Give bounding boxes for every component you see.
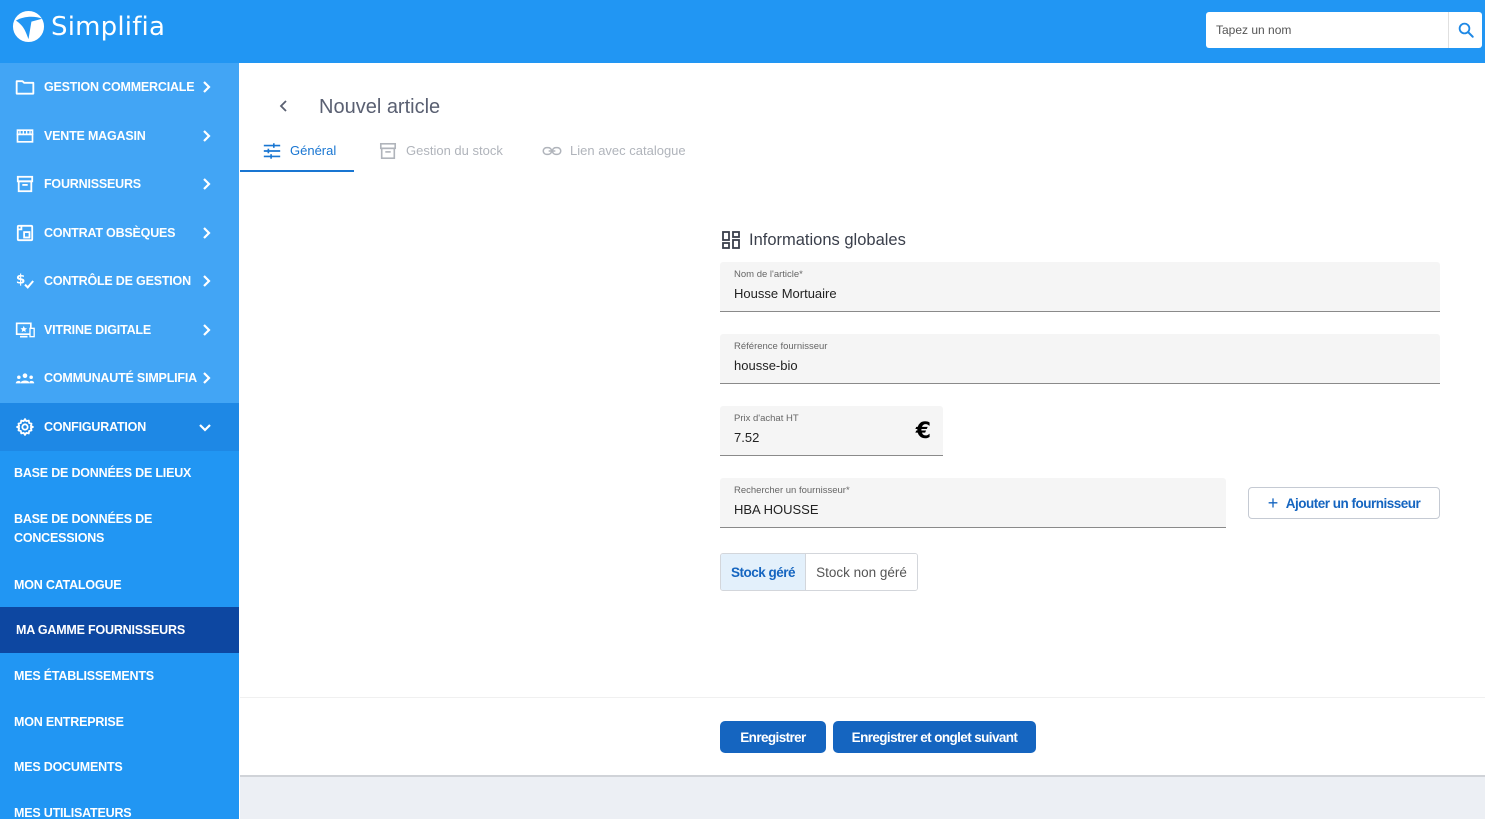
tab-bar: Général Gestion du stock Lien avec catal…: [240, 129, 700, 172]
dashboard-icon: [722, 231, 740, 249]
sidebar-item-label: VENTE MAGASIN: [44, 128, 146, 143]
money-check-icon: $: [15, 271, 35, 291]
supplier-search-field[interactable]: Rechercher un fournisseur* HBA HOUSSE: [720, 478, 1226, 528]
tab-lien-avec-catalogue[interactable]: Lien avec catalogue: [520, 129, 700, 172]
chevron-right-icon: [203, 178, 211, 191]
sidebar-item-label: CONFIGURATION: [44, 419, 147, 434]
simplifia-logo-icon: [12, 10, 45, 43]
chevron-right-icon: [203, 372, 211, 385]
chevron-right-icon: [203, 129, 211, 142]
tab-label: Général: [290, 143, 337, 158]
top-bar: Simplifia: [0, 0, 1485, 63]
main-content: Nouvel article Général Gestion du stock …: [240, 63, 1485, 775]
gear-icon: [15, 417, 35, 437]
tab-gestion-du-stock[interactable]: Gestion du stock: [354, 129, 520, 172]
sidebar-subitem-label: BASE DE DONNÉES DE CONCESSIONS: [14, 512, 153, 545]
sidebar-subitem-mes-etablissements[interactable]: MES ÉTABLISSEMENTS: [0, 653, 239, 699]
sidebar-subitem-label: BASE DE DONNÉES DE LIEUX: [14, 465, 192, 480]
sidebar-subitem-label: MES UTILISATEURS: [14, 805, 132, 819]
purchase-price-field[interactable]: Prix d'achat HT 7.52 €: [720, 406, 943, 456]
sidebar-item-communaute-simplifia[interactable]: COMMUNAUTÉ SIMPLIFIA: [0, 354, 239, 403]
sidebar-subitem-label: MA GAMME FOURNISSEURS: [16, 622, 185, 637]
link-icon: [542, 141, 562, 161]
sidebar-item-label: CONTRAT OBSÈQUES: [44, 225, 176, 240]
sidebar-item-gestion-commerciale[interactable]: GESTION COMMERCIALE: [0, 63, 239, 112]
supplier-reference-value: housse-bio: [734, 358, 798, 373]
page-footer: [240, 775, 1485, 819]
sidebar-subitem-ma-gamme-fournisseurs[interactable]: MA GAMME FOURNISSEURS: [0, 607, 239, 653]
sidebar-subitem-mes-documents[interactable]: MES DOCUMENTS: [0, 745, 239, 790]
stock-gere-toggle[interactable]: Stock géré: [721, 554, 806, 590]
search-box: [1206, 12, 1482, 48]
sidebar-subitem-base-concessions[interactable]: BASE DE DONNÉES DE CONCESSIONS: [0, 495, 239, 563]
add-supplier-label: Ajouter un fournisseur: [1285, 495, 1421, 511]
euro-icon: €: [915, 419, 931, 444]
section-title-text: Informations globales: [749, 230, 906, 249]
sidebar-subitem-mon-entreprise[interactable]: MON ENTREPRISE: [0, 699, 239, 745]
section-title: Informations globales: [721, 230, 906, 250]
sidebar-subitem-label: MON ENTREPRISE: [14, 714, 124, 729]
sidebar-item-configuration[interactable]: CONFIGURATION: [0, 402, 239, 451]
sidebar-item-label: CONTRÔLE DE GESTION: [44, 274, 191, 289]
tab-label: Gestion du stock: [406, 143, 503, 158]
back-button[interactable]: [274, 96, 294, 116]
sidebar: GESTION COMMERCIALE VENTE MAGASIN FOURNI…: [0, 63, 239, 819]
field-label: Nom de l'article*: [734, 269, 803, 280]
chevron-right-icon: [203, 323, 211, 336]
sidebar-subitem-base-lieux[interactable]: BASE DE DONNÉES DE LIEUX: [0, 451, 239, 495]
sidebar-item-label: FOURNISSEURS: [44, 177, 141, 192]
sidebar-subitem-label: MES DOCUMENTS: [14, 760, 123, 774]
svg-text:$: $: [16, 272, 25, 288]
sidebar-item-label: GESTION COMMERCIALE: [44, 80, 195, 95]
field-label: Référence fournisseur: [734, 341, 828, 352]
configuration-submenu: BASE DE DONNÉES DE LIEUX BASE DE DONNÉES…: [0, 451, 239, 819]
sidebar-item-contrat-obseques[interactable]: CONTRAT OBSÈQUES: [0, 209, 239, 258]
stock-toggle-group: Stock géré Stock non géré: [720, 553, 918, 591]
page-title: Nouvel article: [319, 96, 441, 118]
add-supplier-button[interactable]: + Ajouter un fournisseur: [1248, 487, 1440, 519]
search-button[interactable]: [1448, 12, 1482, 48]
sidebar-item-fournisseurs[interactable]: FOURNISSEURS: [0, 160, 239, 209]
supplier-search-value: HBA HOUSSE: [734, 502, 819, 517]
app-logo[interactable]: Simplifia: [12, 10, 165, 43]
search-icon: [1458, 22, 1474, 38]
actions-divider: [240, 697, 1485, 698]
chevron-right-icon: [203, 81, 211, 94]
store-icon: [15, 126, 35, 146]
plus-icon: +: [1267, 493, 1279, 513]
field-label: Prix d'achat HT: [734, 413, 799, 424]
app-name: Simplifia: [51, 11, 166, 42]
chevron-left-icon: [279, 100, 287, 112]
contract-icon: [15, 223, 35, 243]
save-next-tab-button[interactable]: Enregistrer et onglet suivant: [833, 721, 1036, 753]
article-name-field[interactable]: Nom de l'article* Housse Mortuaire: [720, 262, 1440, 312]
sidebar-item-label: COMMUNAUTÉ SIMPLIFIA: [44, 371, 197, 386]
sidebar-item-controle-de-gestion[interactable]: $ CONTRÔLE DE GESTION: [0, 257, 239, 306]
sliders-icon: [262, 141, 282, 161]
sidebar-subitem-label: MON CATALOGUE: [14, 577, 122, 592]
chevron-down-icon: [199, 423, 211, 432]
save-button[interactable]: Enregistrer: [720, 721, 826, 753]
folder-icon: [15, 77, 35, 97]
sidebar-subitem-mes-utilisateurs[interactable]: MES UTILISATEURS: [0, 790, 239, 819]
sidebar-subitem-label: MES ÉTABLISSEMENTS: [14, 668, 154, 683]
archive-icon: [15, 174, 35, 194]
screen-star-icon: [15, 320, 35, 340]
purchase-price-value: 7.52: [734, 430, 760, 445]
chevron-right-icon: [203, 226, 211, 239]
people-icon: [15, 368, 35, 388]
article-name-value: Housse Mortuaire: [734, 286, 837, 301]
supplier-reference-field[interactable]: Référence fournisseur housse-bio: [720, 334, 1440, 384]
field-label: Rechercher un fournisseur*: [734, 485, 850, 496]
archive-icon: [378, 141, 398, 161]
search-input[interactable]: [1206, 13, 1446, 47]
stock-non-gere-toggle[interactable]: Stock non géré: [806, 554, 917, 590]
sidebar-item-vitrine-digitale[interactable]: VITRINE DIGITALE: [0, 306, 239, 355]
sidebar-item-label: VITRINE DIGITALE: [44, 322, 151, 337]
sidebar-item-vente-magasin[interactable]: VENTE MAGASIN: [0, 112, 239, 161]
sidebar-subitem-mon-catalogue[interactable]: MON CATALOGUE: [0, 563, 239, 607]
chevron-right-icon: [203, 275, 211, 288]
tab-label: Lien avec catalogue: [570, 143, 686, 158]
tab-general[interactable]: Général: [240, 129, 354, 172]
